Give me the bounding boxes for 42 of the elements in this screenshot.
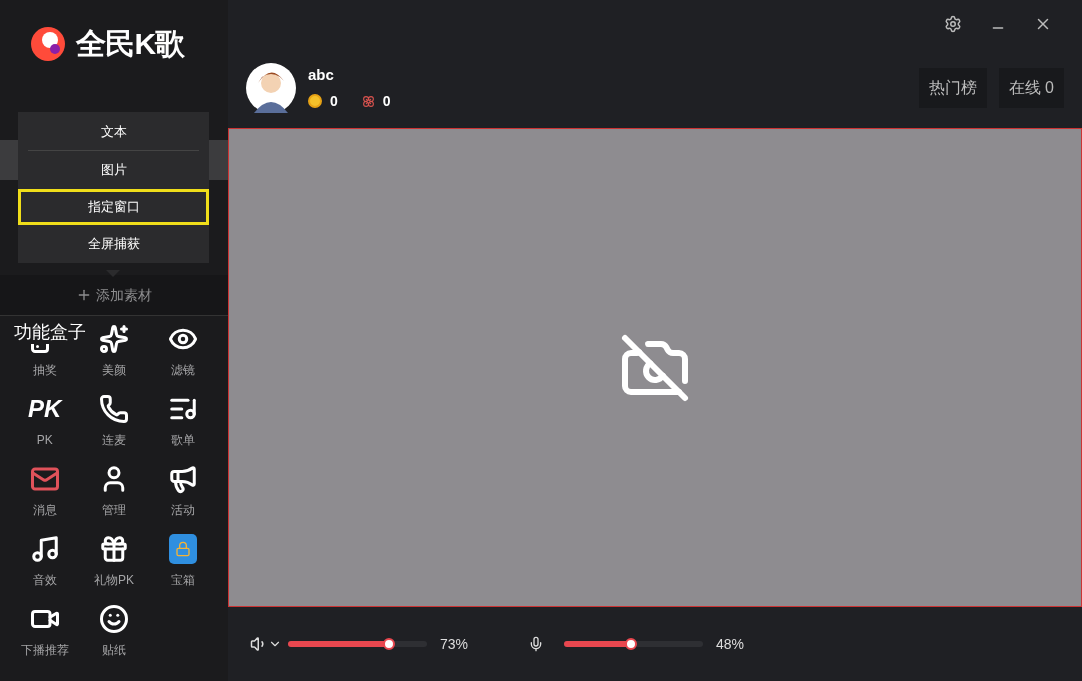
coin-count: 0 [330, 91, 338, 111]
smile-icon [99, 604, 129, 634]
phone-icon [99, 394, 129, 424]
megaphone-icon [168, 464, 199, 494]
tool-label[interactable]: 活动 [171, 504, 196, 518]
tool-label[interactable]: 美颜 [102, 364, 126, 378]
tool-label[interactable]: 音效 [32, 574, 57, 588]
avatar [246, 63, 296, 113]
coin-icon [308, 94, 322, 109]
tool-label[interactable]: 滤镜 [171, 364, 196, 378]
header-button[interactable]: 热门榜 [918, 68, 987, 108]
tool-label[interactable]: 连麦 [102, 434, 126, 448]
username: abc [308, 65, 335, 86]
volume-slider[interactable] [288, 641, 427, 647]
tool-label[interactable]: PK [36, 434, 53, 448]
flower-icon [361, 94, 375, 108]
tool-label[interactable]: 抽奖 [32, 364, 57, 378]
add-material-button[interactable]: 添加素材 [0, 275, 228, 315]
music-icon [29, 534, 60, 564]
tool-label[interactable]: 下播推荐 [20, 644, 69, 658]
tool-label[interactable]: 消息 [32, 504, 57, 518]
settings-icon[interactable] [944, 15, 962, 33]
logo-text: 全民K歌 [76, 25, 185, 62]
tool-label[interactable]: 礼物PK [94, 574, 134, 588]
pk-icon: PK [28, 394, 62, 424]
header-button[interactable]: 在线 0 [998, 68, 1064, 108]
sparkles-icon [99, 324, 129, 354]
gift-icon [99, 534, 129, 564]
plus-icon [76, 287, 92, 303]
menu-item[interactable]: 图片 [18, 152, 209, 188]
chest-icon [169, 534, 198, 564]
tool-label[interactable]: 管理 [102, 504, 126, 518]
menu-item[interactable]: 指定窗口 [18, 189, 209, 225]
menu-item[interactable]: 全屏捕获 [18, 226, 209, 262]
flower-count: 0 [382, 91, 391, 111]
tool-label[interactable]: 宝箱 [171, 574, 196, 588]
tool-label[interactable]: 歌单 [171, 434, 196, 448]
menu-item[interactable]: 文本 [18, 114, 209, 150]
tool-label[interactable]: 贴纸 [102, 644, 126, 658]
volume-reading: 73% [440, 634, 469, 654]
mic-reading: 48% [716, 634, 745, 654]
volume-slider[interactable] [564, 641, 704, 647]
